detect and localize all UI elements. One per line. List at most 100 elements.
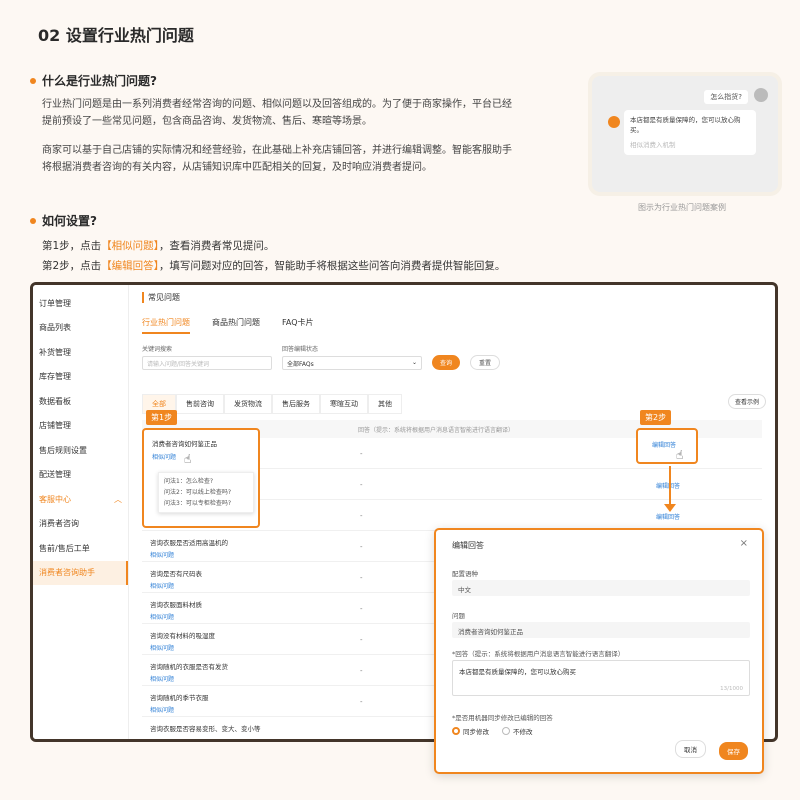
step2-prefix: 第2步，点击	[42, 260, 102, 272]
row-answer: -	[360, 636, 363, 644]
status-select[interactable]: 全部FAQs ⌄	[282, 356, 422, 370]
sidebar-item-inventory[interactable]: 库存管理	[33, 365, 128, 390]
dialog-title: 编辑回答	[452, 541, 484, 550]
tab-industry[interactable]: 行业热门问题	[142, 317, 190, 334]
close-icon[interactable]: ×	[740, 538, 748, 549]
category-presale[interactable]: 售前咨询	[176, 394, 224, 414]
sidebar-item-restock[interactable]: 补货管理	[33, 340, 128, 365]
example-question: 怎么指货?	[704, 90, 748, 104]
step1-instruction: 第1步，点击【相似问题】，查看消费者常见提问。	[42, 238, 274, 253]
radio-sync-label: 同步修改	[463, 728, 489, 736]
sidebar-group-service[interactable]: 客服中心 ︿	[33, 487, 128, 512]
chevron-up-icon: ︿	[114, 494, 122, 504]
sidebar-item-aftersale-rules[interactable]: 售后规则设置	[33, 438, 128, 463]
view-example-button[interactable]: 查看示例	[727, 394, 766, 409]
tab-faq-card[interactable]: FAQ卡片	[282, 317, 314, 334]
sidebar-item-dashboard[interactable]: 数据看板	[33, 389, 128, 414]
cancel-button[interactable]: 取消	[675, 740, 706, 758]
step2-highlight: 【编辑回答】	[101, 260, 159, 272]
category-other[interactable]: 其他	[368, 394, 402, 414]
sidebar-item-delivery[interactable]: 配送管理	[33, 463, 128, 488]
step2-badge: 第2步	[640, 410, 672, 425]
section-what: 什么是行业热门问题?	[30, 72, 157, 89]
step1-suffix: ，查看消费者常见提问。	[158, 240, 275, 252]
hand-cursor-icon: ☝	[676, 448, 684, 462]
example-caption: 图示为行业热门问题案例	[638, 203, 726, 212]
answer-label: *回答（提示：系统将根据用户消息语言智能进行语言翻译）	[452, 650, 625, 658]
edit-answer-link[interactable]: 编辑回答	[652, 440, 696, 449]
search-button[interactable]: 查询	[432, 355, 461, 370]
edit-answer-dialog: 编辑回答 × 配置语种 中文 问题 消费者咨询如何鉴正品 *回答（提示：系统将根…	[434, 528, 764, 774]
lang-field: 中文	[452, 580, 750, 596]
row-answer: -	[360, 543, 363, 551]
category-tabs: 全部 售前咨询 发货物流 售后服务 寒暄互动 其他	[142, 394, 402, 414]
category-aftersale[interactable]: 售后服务	[272, 394, 320, 414]
section-how: 如何设置?	[30, 212, 97, 229]
sidebar-item-tickets[interactable]: 售前/售后工单	[33, 536, 128, 561]
row-answer: -	[360, 698, 363, 706]
popover-item: 问法2：可以线上检查吗?	[164, 489, 232, 496]
category-logistics[interactable]: 发货物流	[224, 394, 272, 414]
row-answer: -	[360, 512, 363, 520]
step2-instruction: 第2步，点击【编辑回答】，填写问题对应的回答，智能助手将根据这些问答向消费者提供…	[42, 258, 505, 273]
bullet-icon	[30, 77, 36, 84]
sidebar-item-assistant[interactable]: 消费者咨询助手	[33, 560, 128, 585]
paragraph-definition: 行业热门问题是由一系列消费者经常咨询的问题、相似问题以及回答组成的。为了便于商家…	[42, 99, 512, 127]
radio-sync[interactable]: 同步修改	[452, 726, 489, 736]
chevron-down-icon: ⌄	[411, 359, 417, 366]
example-answer-text: 本店都是有质量保障的，您可以放心购买。	[630, 116, 741, 134]
sidebar-item-consult[interactable]: 消费者咨询	[33, 512, 128, 537]
hand-cursor-icon: ☝	[184, 452, 192, 466]
step1-highlight: 【相似问题】	[101, 240, 159, 252]
lang-label: 配置语种	[452, 570, 478, 578]
status-select-value: 全部FAQs	[287, 361, 314, 368]
step1-badge: 第1步	[146, 410, 178, 425]
answer-textarea[interactable]: 本店都是有质量保障的，您可以放心购买 13/1000	[452, 660, 750, 696]
row-answer: -	[360, 667, 363, 675]
similar-questions-link[interactable]: 相似问题	[152, 452, 258, 461]
user-avatar-icon	[754, 88, 768, 102]
question-label: 问题	[452, 612, 465, 620]
sidebar: 订单管理 商品列表 补货管理 库存管理 数据看板 店铺管理 售后规则设置 配送管…	[33, 285, 129, 739]
example-answer: 本店都是有质量保障的，您可以放心购买。 相似消费入机制	[624, 110, 756, 155]
sync-label: *是否用机器同步修改已编辑的回答	[452, 714, 553, 722]
tab-product[interactable]: 商品热门问题	[212, 317, 260, 334]
step1-prefix: 第1步，点击	[42, 240, 102, 252]
radio-on-icon	[452, 727, 460, 735]
sidebar-item-products[interactable]: 商品列表	[33, 316, 128, 341]
page-title: 02 设置行业热门问题	[38, 26, 194, 45]
keyword-label: 关键词搜索	[142, 346, 173, 353]
popover-item: 问法1：怎么检查?	[164, 478, 214, 485]
edit-answer-link[interactable]: 编辑回答	[656, 512, 680, 521]
example-link: 相似消费入机制	[630, 141, 676, 149]
question-field: 消费者咨询如何鉴正品	[452, 622, 750, 638]
radio-no-sync-label: 不修改	[513, 728, 533, 736]
section-what-title: 什么是行业热门问题?	[42, 74, 157, 88]
keyword-input[interactable]: 请输入问题/回答关键词	[142, 356, 272, 370]
section-how-title: 如何设置?	[42, 214, 97, 228]
paragraph-usage: 商家可以基于自己店铺的实际情况和经营经验，在此基础上补充店铺回答，并进行编辑调整…	[42, 145, 512, 173]
sidebar-item-store[interactable]: 店铺管理	[33, 414, 128, 439]
main-content: 常见问题 行业热门问题 商品热门问题 FAQ卡片 关键词搜索 请输入问题/回答关…	[142, 292, 772, 733]
arrow-line	[669, 466, 671, 506]
radio-no-sync[interactable]: 不修改	[502, 726, 533, 736]
row-answer: -	[360, 605, 363, 613]
radio-off-icon	[502, 727, 510, 735]
bot-avatar-icon	[608, 116, 620, 128]
example-card: 怎么指货? 本店都是有质量保障的，您可以放心购买。 相似消费入机制	[592, 76, 778, 192]
reset-button[interactable]: 重置	[470, 355, 501, 370]
answer-text: 本店都是有质量保障的，您可以放心购买	[459, 668, 576, 676]
row-answer: -	[360, 574, 363, 582]
sidebar-item-orders[interactable]: 订单管理	[33, 291, 128, 316]
edit-answer-link[interactable]: 编辑回答	[656, 481, 680, 490]
step2-suffix: ，填写问题对应的回答，智能助手将根据这些问答向消费者提供智能回复。	[158, 260, 506, 272]
main-title: 常见问题	[142, 292, 772, 303]
sidebar-group-label: 客服中心	[39, 494, 71, 504]
step1-question: 消费者咨询如何鉴正品	[152, 440, 217, 448]
char-count: 13/1000	[720, 686, 743, 692]
arrow-down-icon	[664, 504, 676, 512]
category-greeting[interactable]: 寒暄互动	[320, 394, 368, 414]
filter-row: 关键词搜索 请输入问题/回答关键词 回答编辑状态 全部FAQs ⌄ 查询 重置	[142, 344, 501, 370]
save-button[interactable]: 保存	[719, 742, 748, 760]
step2-highlight-box: 编辑回答 ☝	[636, 428, 698, 464]
